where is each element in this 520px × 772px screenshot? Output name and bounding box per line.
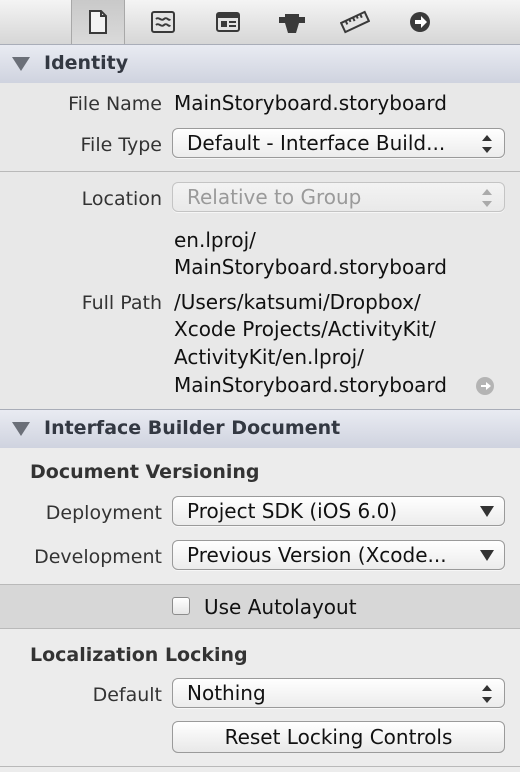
quick-help-icon[interactable] <box>137 3 189 41</box>
identity-title: Identity <box>44 52 129 74</box>
relative-path-line: MainStoryboard.storyboard <box>174 255 447 279</box>
popup-arrows-icon <box>482 685 492 703</box>
document-versioning-title: Document Versioning <box>30 461 260 483</box>
location-label: Location <box>81 188 162 210</box>
size-inspector-icon[interactable] <box>329 3 381 41</box>
connections-inspector-icon[interactable] <box>394 3 446 41</box>
deployment-value: Project SDK (iOS 6.0) <box>187 499 398 523</box>
full-path-line: Xcode Projects/ActivityKit/ <box>174 317 436 341</box>
popup-arrows-icon <box>482 135 492 153</box>
reset-locking-controls-button[interactable]: Reset Locking Controls <box>172 721 505 753</box>
attributes-inspector-icon[interactable] <box>266 3 318 41</box>
inspector-toolbar <box>0 0 520 45</box>
reveal-in-finder-icon[interactable] <box>475 376 495 401</box>
file-type-popup[interactable]: Default - Interface Build... <box>172 128 505 158</box>
file-name-label: File Name <box>68 93 162 115</box>
file-name-value[interactable]: MainStoryboard.storyboard <box>174 91 447 115</box>
default-popup[interactable]: Nothing <box>172 678 505 708</box>
location-value: Relative to Group <box>187 185 362 209</box>
identity-section-header[interactable]: Identity <box>0 44 520 84</box>
file-type-label: File Type <box>80 134 162 156</box>
identity-inspector-icon[interactable] <box>202 3 254 41</box>
default-label: Default <box>92 684 162 706</box>
deployment-label: Deployment <box>45 502 162 524</box>
file-inspector-panel: Identity File Name MainStoryboard.storyb… <box>0 0 520 772</box>
development-value: Previous Version (Xcode... <box>187 543 447 567</box>
full-path-label: Full Path <box>81 292 162 314</box>
chevron-down-icon <box>480 506 494 517</box>
full-path-line: MainStoryboard.storyboard <box>174 373 447 397</box>
location-popup[interactable]: Relative to Group <box>172 182 505 212</box>
default-value: Nothing <box>187 681 266 705</box>
autolayout-checkbox[interactable] <box>172 597 190 615</box>
ib-document-title: Interface Builder Document <box>44 417 341 439</box>
localization-locking-title: Localization Locking <box>30 644 248 666</box>
ib-document-section-header[interactable]: Interface Builder Document <box>0 409 520 449</box>
development-popup[interactable]: Previous Version (Xcode... <box>172 540 505 570</box>
deployment-popup[interactable]: Project SDK (iOS 6.0) <box>172 496 505 526</box>
divider <box>0 171 520 172</box>
disclosure-triangle-icon[interactable] <box>12 57 30 71</box>
development-label: Development <box>34 546 162 568</box>
divider <box>0 766 520 767</box>
autolayout-label[interactable]: Use Autolayout <box>204 595 357 619</box>
full-path-line: /Users/katsumi/Dropbox/ <box>174 290 421 314</box>
file-type-value: Default - Interface Build... <box>187 131 446 155</box>
relative-path-line: en.lproj/ <box>174 228 256 252</box>
popup-arrows-icon <box>482 189 492 207</box>
full-path-line: ActivityKit/en.lproj/ <box>174 345 364 369</box>
file-inspector-icon[interactable] <box>71 0 125 44</box>
chevron-down-icon <box>480 550 494 561</box>
disclosure-triangle-icon[interactable] <box>12 422 30 436</box>
